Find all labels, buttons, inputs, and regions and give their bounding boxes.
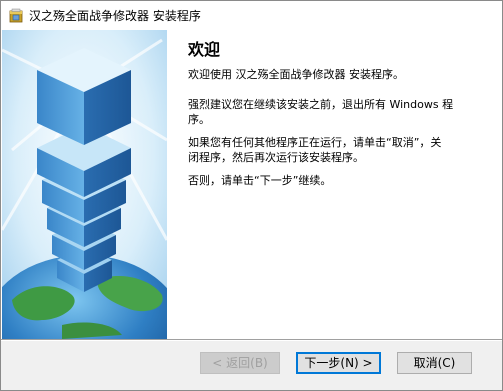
- back-button[interactable]: < 返回(B): [200, 352, 280, 374]
- continue-instructions-paragraph: 否则，请单击“下一步”继续。: [188, 174, 332, 187]
- welcome-heading: 欢迎: [188, 40, 221, 59]
- close-programs-paragraph: 强烈建议您在继续该安装之前，退出所有 Windows 程 序。: [188, 98, 454, 126]
- window-title: 汉之殇全面战争修改器 安装程序: [29, 9, 201, 23]
- cancel-button[interactable]: 取消(C): [397, 352, 472, 374]
- installer-icon: [8, 8, 24, 24]
- wizard-panel: 欢迎 欢迎使用 汉之殇全面战争修改器 安装程序。 强烈建议您在继续该安装之前，退…: [1, 30, 502, 339]
- button-bar: < 返回(B) 下一步(N) > 取消(C): [1, 341, 502, 390]
- welcome-content: 欢迎 欢迎使用 汉之殇全面战争修改器 安装程序。 强烈建议您在继续该安装之前，退…: [188, 40, 488, 187]
- cancel-instructions-paragraph: 如果您有任何其他程序正在运行，请单击“取消”，关 闭程序，然后再次运行该安装程序…: [188, 136, 442, 164]
- welcome-paragraph: 欢迎使用 汉之殇全面战争修改器 安装程序。: [188, 68, 404, 81]
- next-button[interactable]: 下一步(N) >: [296, 352, 381, 374]
- title-bar: 汉之殇全面战争修改器 安装程序: [1, 1, 502, 30]
- installer-window: 汉之殇全面战争修改器 安装程序 欢迎 欢迎使用 汉之殇全面战争修改器 安装程序。…: [0, 0, 503, 391]
- side-banner-image: [2, 30, 167, 339]
